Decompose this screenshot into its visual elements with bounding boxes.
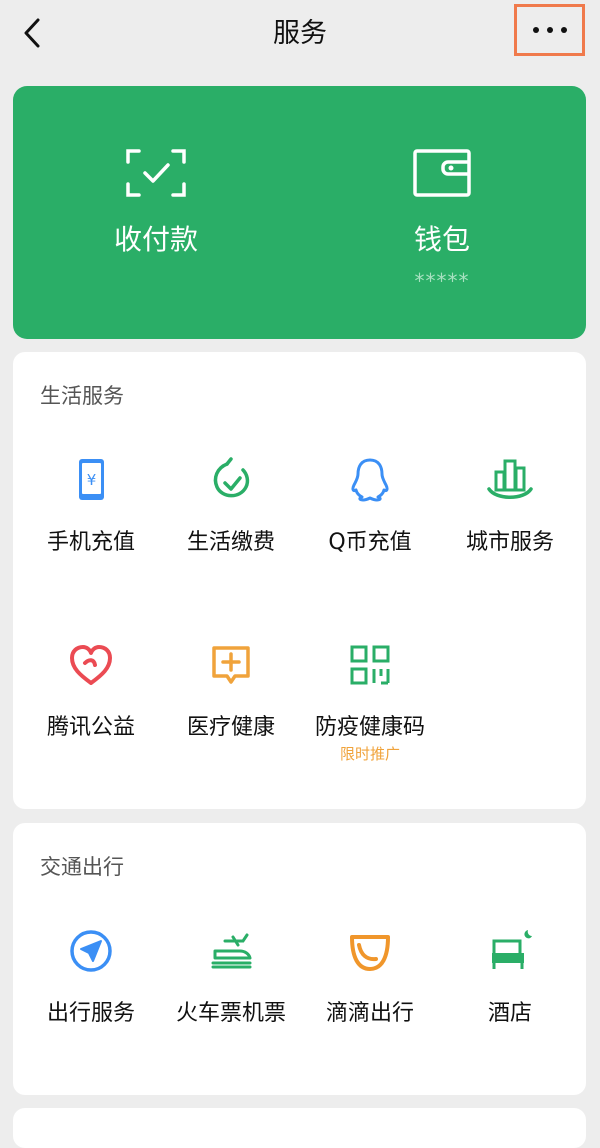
service-label: 城市服务 [465,530,554,555]
chevron-left-icon [24,18,40,48]
more-icon-dot [546,27,553,33]
next-section-card [13,1108,586,1148]
wallet-card: 收付款 钱包 ***** [13,86,586,339]
svg-text:¥: ¥ [87,471,97,489]
pay-receive-button[interactable]: 收付款 [13,86,299,339]
service-label: Q币充值 [328,530,412,555]
back-button[interactable] [16,14,56,54]
life-services-section: 生活服务 ¥ 手机充值 生活缴费 Q币充值 城市服务 腾讯公益 医疗健康 防疫健… [13,352,586,809]
qr-code-icon [350,645,390,685]
navigation-arrow-icon [70,930,112,972]
wallet-label: 钱包 [413,223,470,256]
more-icon-dot [532,27,539,33]
train-plane-icon [211,933,252,969]
service-label: 出行服务 [46,1001,135,1026]
page-title: 服务 [273,18,327,49]
section-title: 交通出行 [40,855,124,879]
section-title: 生活服务 [40,384,124,408]
pay-receive-label: 收付款 [113,223,198,256]
top-bar: 服务 [0,0,600,70]
charity-heart-icon [70,645,112,685]
utility-payment-icon [213,457,250,498]
wallet-button[interactable]: 钱包 ***** [299,86,585,339]
service-label: 医疗健康 [186,715,275,740]
service-label: 滴滴出行 [325,1001,414,1026]
service-label: 腾讯公益 [46,715,135,740]
more-options-button[interactable] [514,4,585,56]
service-label: 防疫健康码 [314,715,425,740]
city-services-icon [487,459,533,499]
service-label: 酒店 [487,1001,532,1026]
service-label: 生活缴费 [186,530,275,555]
service-label: 火车票机票 [175,1001,286,1026]
transport-section: 交通出行 出行服务 火车票机票 滴滴出行 酒店 [13,823,586,1095]
medical-cross-icon [212,646,250,684]
wallet-icon [413,149,471,197]
didi-icon [350,935,390,971]
service-label: 手机充值 [46,530,135,555]
hotel-bed-icon [492,930,532,969]
more-icon-dot [560,27,567,33]
promo-tag: 限时推广 [339,745,400,763]
qq-coin-icon [351,458,389,502]
phone-topup-icon: ¥ [79,459,104,500]
scan-check-icon [126,149,186,197]
wallet-balance-masked: ***** [414,269,470,293]
